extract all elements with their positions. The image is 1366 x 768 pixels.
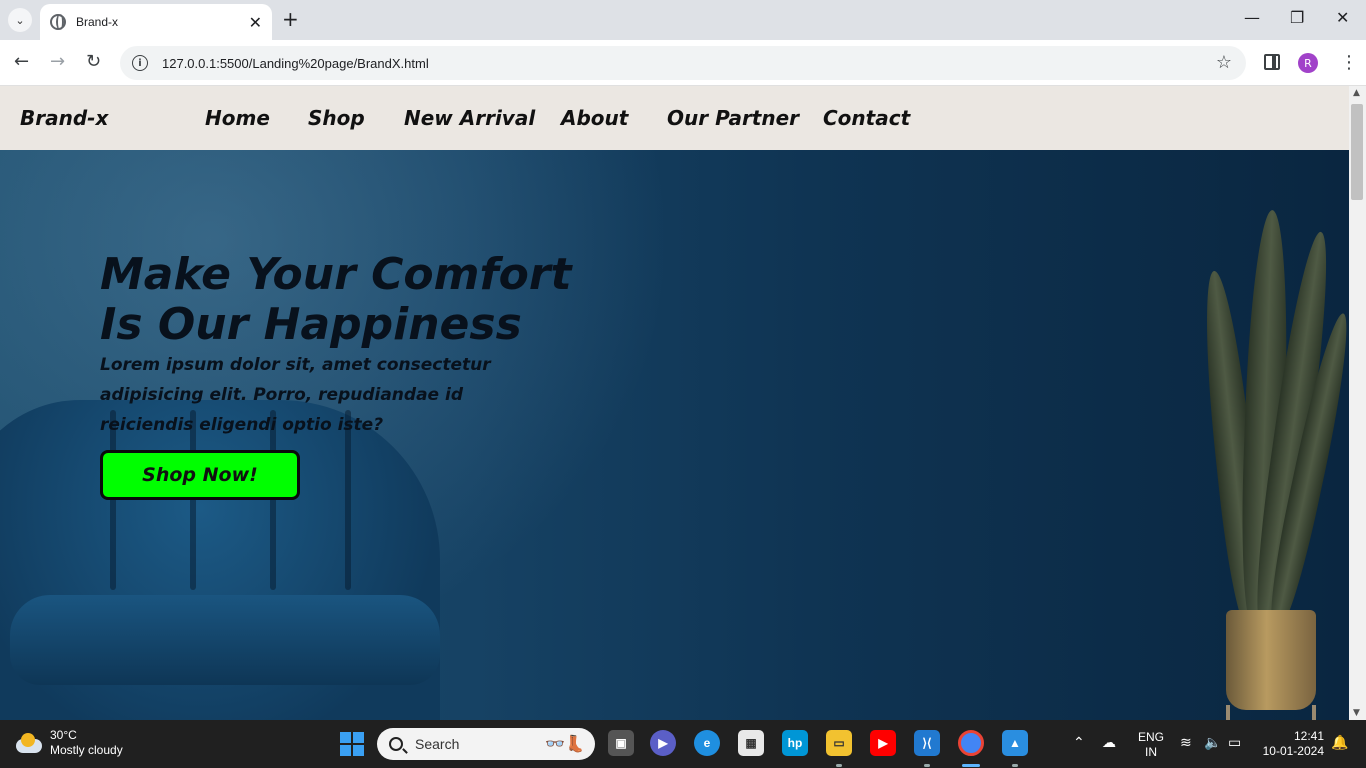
globe-icon <box>50 14 66 30</box>
armchair-seat <box>10 595 440 685</box>
nav-new-arrival[interactable]: New Arrival <box>404 106 535 130</box>
restore-icon[interactable]: ❐ <box>1290 8 1304 27</box>
clock[interactable]: 12:41 10-01-2024 <box>1262 729 1324 759</box>
notification-bell-icon[interactable]: 🔔 <box>1331 734 1348 751</box>
scroll-up-icon[interactable]: ▲ <box>1353 88 1360 98</box>
close-window-icon[interactable]: ✕ <box>1336 8 1349 27</box>
youtube-icon[interactable]: ▶ <box>870 730 896 756</box>
nav-about[interactable]: About <box>561 106 628 130</box>
nav-shop[interactable]: Shop <box>308 106 365 130</box>
date: 10-01-2024 <box>1262 744 1324 758</box>
minimize-icon[interactable]: — <box>1244 8 1260 27</box>
menu-kebab-icon[interactable]: ⋮ <box>1340 50 1358 76</box>
page-scrollbar[interactable]: ▲ ▼ <box>1349 86 1366 720</box>
search-highlight-icon: 👓👢 <box>545 736 585 753</box>
new-tab-icon[interactable]: + <box>282 8 299 30</box>
plant-stand <box>1226 705 1316 720</box>
plant-pot <box>1226 610 1316 710</box>
cloudy-weather-icon <box>16 733 44 753</box>
weather-desc: Mostly cloudy <box>50 743 123 757</box>
teams-chat-icon[interactable]: ▶ <box>650 730 676 756</box>
scroll-down-icon[interactable]: ▼ <box>1353 708 1360 718</box>
profile-avatar[interactable]: R <box>1298 53 1318 73</box>
browser-tab[interactable]: Brand-x ✕ <box>40 4 272 40</box>
tab-search-icon[interactable]: ⌄ <box>8 8 32 32</box>
store-icon[interactable]: ▦ <box>738 730 764 756</box>
tab-strip: ⌄ Brand-x ✕ + — ❐ ✕ <box>0 0 1366 40</box>
brand-logo[interactable]: Brand-x <box>20 106 108 130</box>
edge-icon[interactable]: e <box>694 730 720 756</box>
bookmark-star-icon[interactable]: ☆ <box>1216 52 1232 73</box>
weather-widget[interactable]: 30°C Mostly cloudy <box>16 728 123 758</box>
url-field[interactable]: i 127.0.0.1:5500/Landing%20page/BrandX.h… <box>120 46 1246 80</box>
taskbar-search[interactable]: Search 👓👢 <box>377 728 595 760</box>
hero-body: Lorem ipsum dolor sit, amet consectetur … <box>100 355 491 435</box>
vscode-icon[interactable]: ⟩⟨ <box>914 730 940 756</box>
taskbar-search-placeholder: Search <box>415 736 460 752</box>
region-code: IN <box>1145 745 1157 759</box>
chrome-icon[interactable] <box>958 730 984 756</box>
myhp-icon[interactable]: hp <box>782 730 808 756</box>
language-indicator[interactable]: ENG IN <box>1138 730 1164 760</box>
page-viewport: Brand-x Home Shop New Arrival About Our … <box>0 86 1349 720</box>
time: 12:41 <box>1293 729 1324 743</box>
start-windows-icon[interactable] <box>340 732 364 756</box>
nav-our-partner[interactable]: Our Partner <box>667 106 799 130</box>
address-bar-row: ← → ↻ i 127.0.0.1:5500/Landing%20page/Br… <box>0 40 1366 86</box>
nav-contact[interactable]: Contact <box>823 106 910 130</box>
volume-icon[interactable]: 🔈 <box>1204 734 1221 751</box>
task-view-icon[interactable]: ▣ <box>608 730 634 756</box>
url-text: 127.0.0.1:5500/Landing%20page/BrandX.htm… <box>162 55 429 71</box>
search-icon <box>389 737 403 751</box>
scroll-thumb[interactable] <box>1351 104 1363 200</box>
windows-taskbar: 30°C Mostly cloudy Search 👓👢 ▣ ▶ e ▦ hp … <box>0 720 1366 768</box>
nav-home[interactable]: Home <box>205 106 270 130</box>
back-icon[interactable]: ← <box>14 52 29 72</box>
close-tab-icon[interactable]: ✕ <box>249 13 262 32</box>
side-panel-icon[interactable] <box>1264 54 1280 70</box>
chevron-up-icon[interactable]: ⌃ <box>1073 734 1085 751</box>
shop-now-button[interactable]: Shop Now! <box>100 450 300 500</box>
battery-icon[interactable]: ▭ <box>1228 734 1241 751</box>
hero-section: Make Your Comfort Is Our Happiness Lorem… <box>0 150 1349 720</box>
tab-title: Brand-x <box>76 15 119 29</box>
forward-icon[interactable]: → <box>50 52 65 72</box>
onedrive-cloud-icon[interactable]: ☁ <box>1102 734 1116 751</box>
wifi-icon[interactable]: ≋ <box>1180 734 1192 751</box>
site-info-icon[interactable]: i <box>132 55 148 71</box>
photos-icon[interactable]: ▲ <box>1002 730 1028 756</box>
file-explorer-icon[interactable]: ▭ <box>826 730 852 756</box>
site-navbar: Brand-x Home Shop New Arrival About Our … <box>0 86 1349 150</box>
hero-headline: Make Your Comfort Is Our Happiness <box>100 249 572 350</box>
lang-code: ENG <box>1138 730 1165 744</box>
weather-temp: 30°C <box>50 728 77 742</box>
reload-icon[interactable]: ↻ <box>86 52 101 72</box>
